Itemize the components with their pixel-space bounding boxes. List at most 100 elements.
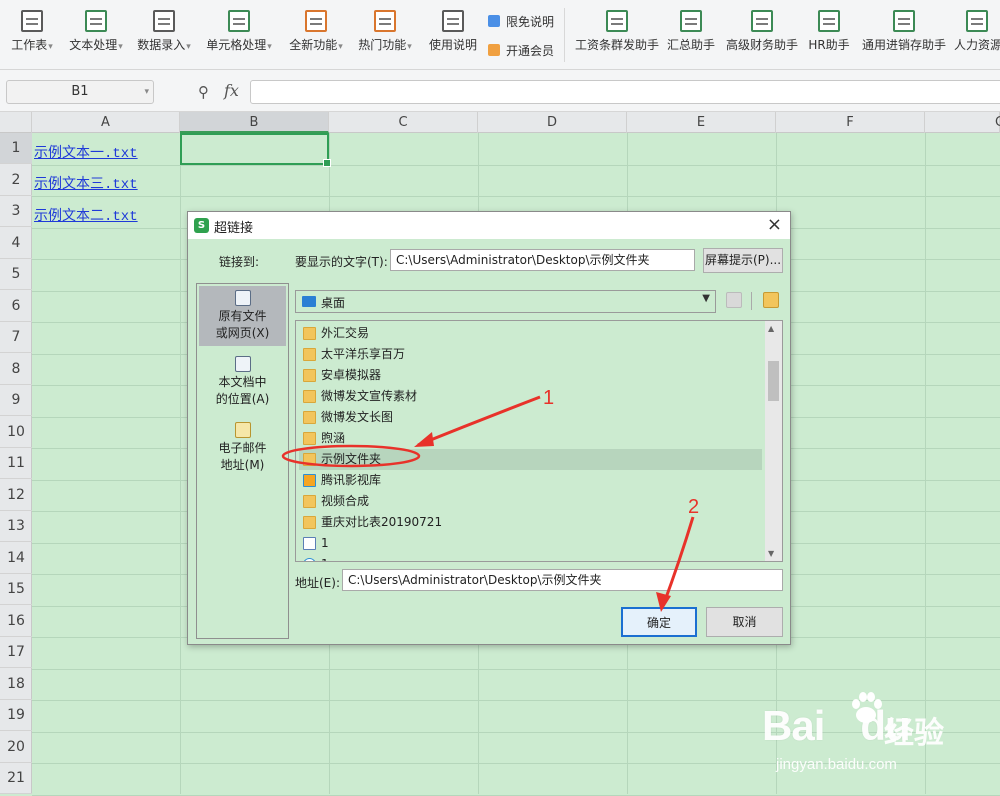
folder-icon [303,516,316,529]
list-item[interactable]: 煦涵 [299,428,762,449]
free-note-link[interactable]: 限免说明 [488,13,554,30]
row-header[interactable]: 19 [0,700,32,731]
row-header[interactable]: 15 [0,574,32,605]
list-item[interactable]: 微博发文长图 [299,407,762,428]
nav-existing-file[interactable]: 原有文件 或网页(X) [199,286,286,346]
usage-guide-button[interactable]: 使用说明 [428,6,478,62]
text-processing-button[interactable]: 文本处理▾ [66,6,126,62]
row-header[interactable]: 11 [0,448,32,479]
ok-button[interactable]: 确定 [621,607,697,637]
open-folder-icon[interactable] [763,292,779,308]
row-header[interactable]: 18 [0,669,32,700]
cancel-button[interactable]: 取消 [706,607,783,637]
folder-select[interactable]: 桌面 ▼ [295,290,716,313]
list-item[interactable]: 安卓模拟器 [299,365,762,386]
list-item[interactable]: 1 [299,554,762,561]
dialog-titlebar: S 超链接 × [188,212,790,239]
row-header[interactable]: 5 [0,259,32,290]
nav-place-in-document[interactable]: 本文档中 的位置(A) [199,352,286,412]
hr-icon [818,10,840,32]
column-header-c[interactable]: C [329,112,478,133]
fx-icon[interactable]: fx [224,81,239,100]
row-header[interactable]: 20 [0,732,32,763]
display-text-input[interactable]: C:\Users\Administrator\Desktop\示例文件夹 [390,249,695,271]
row-header[interactable]: 12 [0,480,32,511]
grid-row-line [32,668,1000,670]
human-resources-button[interactable]: 人力资源 [954,6,1000,62]
vertical-scrollbar[interactable]: ▲ ▼ [765,321,782,561]
payroll-assistant-button[interactable]: 工资条群发助手 [574,6,660,62]
column-header-e[interactable]: E [627,112,776,133]
folder-icon [303,432,316,445]
row-header[interactable]: 16 [0,606,32,637]
row-header[interactable]: 2 [0,165,32,196]
folder-icon [303,411,316,424]
wps-s-icon: S [194,218,209,233]
popular-features-button[interactable]: 热门功能▾ [354,6,416,62]
row-header[interactable]: 13 [0,511,32,542]
inventory-assistant-button[interactable]: 通用进销存助手 [860,6,948,62]
list-item-selected[interactable]: 示例文件夹 [299,449,762,470]
row-header[interactable]: 8 [0,354,32,385]
column-header-g[interactable]: G [925,112,1000,133]
folder-icon [303,327,316,340]
scroll-up-icon[interactable]: ▲ [768,324,774,333]
row-header[interactable]: 4 [0,228,32,259]
list-item[interactable]: 重庆对比表20190721 [299,512,762,533]
row-header[interactable]: 17 [0,637,32,668]
select-all-corner[interactable] [0,112,32,133]
link-type-nav: 原有文件 或网页(X) 本文档中 的位置(A) 电子邮件 地址(M) [196,283,289,639]
close-icon[interactable]: × [767,214,782,235]
column-header-a[interactable]: A [32,112,180,133]
popular-features-icon [374,10,396,32]
finance-assistant-button[interactable]: 高级财务助手 [724,6,800,62]
payroll-icon [606,10,628,32]
name-box[interactable]: B1 ▾ [6,80,154,104]
hr-assistant-button[interactable]: HR助手 [806,6,852,62]
grid-col-line [180,133,181,794]
file-list[interactable]: 外汇交易 太平洋乐享百万 安卓模拟器 微博发文宣传素材 微博发文长图 煦涵 示例… [295,320,783,562]
folder-icon [303,495,316,508]
row-header[interactable]: 6 [0,291,32,322]
row-header[interactable]: 14 [0,543,32,574]
list-item[interactable]: 外汇交易 [299,323,762,344]
scrollbar-thumb[interactable] [768,361,779,401]
selected-cell-b1[interactable] [180,133,331,167]
row-header[interactable]: 3 [0,196,32,227]
column-header-b[interactable]: B [180,112,329,133]
column-header-bar: A B C D E F G [0,112,1000,133]
worksheet-icon [21,10,43,32]
formula-input[interactable] [250,80,1000,104]
column-header-d[interactable]: D [478,112,627,133]
row-header[interactable]: 7 [0,322,32,353]
column-header-f[interactable]: F [776,112,925,133]
grid-row-line [32,164,1000,166]
watermark-cn: 经验 [884,717,944,750]
document-info-icon [442,10,464,32]
chevron-down-icon: ▼ [702,293,710,304]
row-header[interactable]: 9 [0,385,32,416]
vip-link[interactable]: 开通会员 [488,42,554,59]
cell-a2-link[interactable]: 示例文本三.txt [34,173,138,193]
cell-a1-link[interactable]: 示例文本一.txt [34,142,138,162]
worksheet-menu-button[interactable]: 工作表▾ [8,6,56,62]
list-item[interactable]: 1 [299,533,762,554]
cell-processing-button[interactable]: 单元格处理▾ [202,6,276,62]
row-header[interactable]: 10 [0,417,32,448]
row-header[interactable]: 21 [0,763,32,794]
cell-a3-link[interactable]: 示例文本二.txt [34,205,138,225]
new-features-button[interactable]: 全新功能▾ [286,6,346,62]
list-item[interactable]: 视频合成 [299,491,762,512]
summary-assistant-button[interactable]: 汇总助手 [666,6,716,62]
screentip-button[interactable]: 屏幕提示(P)... [703,248,783,273]
zoom-search-icon[interactable]: ⚲ [198,83,209,101]
up-folder-icon[interactable] [726,292,742,308]
scroll-down-icon[interactable]: ▼ [768,549,774,558]
nav-email-address[interactable]: 电子邮件 地址(M) [199,418,286,478]
list-item[interactable]: 太平洋乐享百万 [299,344,762,365]
list-item[interactable]: 微博发文宣传素材 [299,386,762,407]
address-input[interactable]: C:\Users\Administrator\Desktop\示例文件夹 [342,569,783,591]
data-entry-button[interactable]: 数据录入▾ [134,6,194,62]
row-header[interactable]: 1 [0,133,32,164]
list-item[interactable]: 腾讯影视库 [299,470,762,491]
